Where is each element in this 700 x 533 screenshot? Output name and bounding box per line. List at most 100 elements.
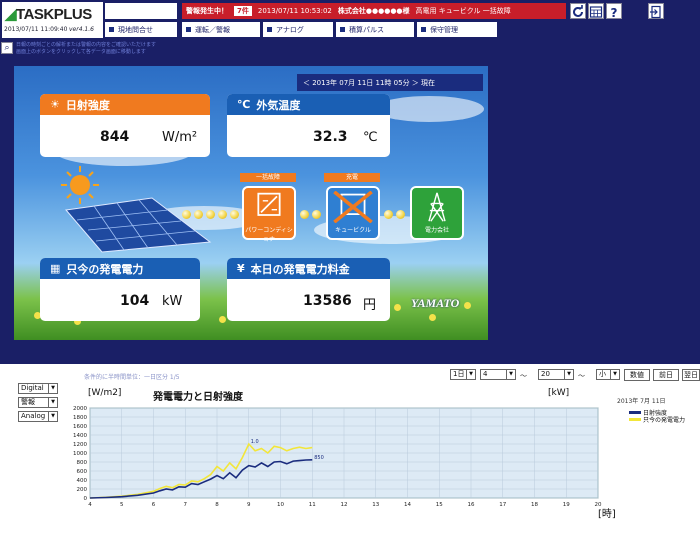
connector-bead — [218, 210, 227, 219]
cubicle-status: 充電 — [324, 173, 380, 182]
bullet-icon — [109, 27, 114, 32]
chevron-down-icon: ▼ — [610, 370, 619, 379]
power-now-value: 104 — [120, 293, 150, 309]
x-tick-label: 7 — [184, 502, 188, 508]
nav-pulse[interactable]: 積算パルス — [336, 22, 414, 37]
bullet-icon — [186, 27, 191, 32]
x-tick-label: 4 — [88, 502, 92, 508]
x-tick-label: 17 — [499, 502, 506, 508]
status-box — [105, 3, 177, 19]
filter-text: 条件的に半時間単位：一日区分 1/5 — [84, 374, 180, 381]
conditioner-status: 一括故障 — [240, 173, 296, 182]
data-label: 850 — [314, 455, 324, 461]
y-axis-unit: [W/m2] — [88, 388, 122, 398]
help-icon[interactable]: ? — [606, 3, 622, 20]
temperature-title: 外気温度 — [256, 98, 301, 112]
nav-inquiry[interactable]: 現地問合せ — [105, 22, 177, 37]
temperature-unit: ℃ — [363, 130, 378, 145]
y2-axis-unit: [kW] — [548, 388, 570, 398]
bullet-icon — [421, 27, 426, 32]
temperature-card: ℃ 外気温度 32.3 ℃ — [227, 94, 390, 157]
timestamp-bar: ＜ 2013年 07月 11日 11時 05分 ＞ 現在 — [297, 74, 483, 91]
chevron-down-icon: ▼ — [48, 384, 57, 393]
x-tick-label: 13 — [372, 502, 379, 508]
irradiance-title: 日射強度 — [65, 98, 110, 112]
logo-text: TASKPLUS — [16, 6, 92, 23]
x-tick-label: 6 — [152, 502, 156, 508]
cubicle-node[interactable]: キュービクル — [326, 186, 380, 240]
power-fee-card: ¥ 本日の発電電力料金 13586 円 — [227, 258, 390, 321]
power-chart: 0 200 400 600 800 1000 1200 1400 1600 1800 2000 4 5 6… — [73, 406, 602, 508]
bullet-icon — [340, 27, 345, 32]
sun-icon: ☀ — [50, 98, 60, 111]
search-icon[interactable]: ⌕ — [1, 42, 13, 54]
flower-decoration — [429, 314, 436, 321]
next-day-button[interactable]: 翌日 — [682, 369, 700, 381]
svg-text:?: ? — [611, 6, 618, 19]
irradiance-value: 844 — [100, 129, 130, 145]
digital-select[interactable]: Digital ▼ — [18, 383, 58, 394]
brand-logo: YAMATO — [411, 296, 460, 310]
power-fee-title: 本日の発電電力料金 — [250, 262, 350, 276]
power-now-title: 只今の発電電力 — [66, 262, 144, 276]
legend-item: 只今の発電電力 — [629, 416, 685, 424]
x-tick-label: 16 — [468, 502, 475, 508]
temperature-value: 32.3 — [313, 129, 348, 145]
irradiance-card: ☀ 日射強度 844 W/m² — [40, 94, 210, 157]
chart-legend: 日射強度 只今の発電電力 — [629, 409, 685, 424]
chevron-down-icon: ▼ — [466, 370, 475, 379]
power-company-node[interactable]: 電力会社 — [410, 186, 464, 240]
connector-bead — [300, 210, 309, 219]
alarm-count: 7件 — [234, 6, 252, 16]
calendar-icon[interactable] — [588, 3, 604, 19]
transmission-tower-icon — [428, 192, 446, 222]
irradiance-unit: W/m² — [162, 130, 198, 145]
power-fee-unit: 円 — [363, 298, 377, 313]
data-label: 1.0 — [251, 439, 259, 445]
power-now-unit: kW — [162, 294, 183, 309]
range-separator: ～ — [520, 372, 527, 380]
prev-day-button[interactable]: 前日 — [653, 369, 679, 381]
to-hour-select[interactable]: 20 ▼ — [538, 369, 574, 380]
alarm-datetime: 2013/07/11 10:53:02 — [257, 7, 332, 15]
legend-swatch — [629, 418, 641, 421]
x-tick-label: 10 — [277, 502, 284, 508]
y-tick-label: 1600 — [73, 424, 87, 430]
x-tick-label: 12 — [341, 502, 348, 508]
step-select[interactable]: 小 ▼ — [596, 369, 620, 380]
monitoring-panel: ＜ 2013年 07月 11日 11時 05分 ＞ 現在 ☀ 日射強度 844 W… — [14, 66, 488, 340]
alarm-banner[interactable]: 警報発生中！ 7件 2013/07/11 10:53:02 株式会社●●●●●●… — [182, 3, 566, 19]
from-hour-select[interactable]: 4 ▼ — [480, 369, 516, 380]
flower-decoration — [464, 302, 471, 309]
conditioner-icon — [257, 192, 281, 216]
refresh-icon[interactable] — [570, 3, 586, 19]
alarm-select[interactable]: 警報 ▼ — [18, 397, 58, 408]
version-label: ver4.1.6 — [69, 26, 94, 33]
alarm-message: 高電用 キュービクル 一括故障 — [415, 7, 511, 15]
nav-operation-alarm[interactable]: 運転／警報 — [182, 22, 260, 37]
nav-analog[interactable]: アナログ — [263, 22, 333, 37]
alarm-label: 警報発生中！ — [186, 7, 228, 15]
connector-bead — [396, 210, 405, 219]
chart-date: 2013年 7月 11日 — [617, 398, 666, 405]
cloud-decoration — [374, 96, 484, 122]
exit-icon[interactable] — [648, 3, 664, 19]
x-tick-label: 11 — [309, 502, 316, 508]
x-tick-label: 15 — [436, 502, 443, 508]
connector-bead — [206, 210, 215, 219]
cubicle-label: キュービクル — [335, 227, 371, 234]
power-conditioner-node[interactable]: パワーコンディショナ — [242, 186, 296, 243]
numeric-button[interactable]: 数値 — [624, 369, 650, 381]
connector-bead — [230, 210, 239, 219]
system-datetime: 2013/07/11 11:09:40 — [4, 26, 68, 33]
y-tick-label: 200 — [77, 487, 88, 493]
nav-maintenance[interactable]: 保守管理 — [417, 22, 497, 37]
app-logo: ◢TASKPLUS 2013/07/11 11:09:40 ver4.1.6 — [2, 2, 103, 38]
alarm-company: 株式会社●●●●●●様 — [337, 7, 410, 15]
header-bar: ◢TASKPLUS 2013/07/11 11:09:40 ver4.1.6 警… — [0, 0, 700, 40]
period-select[interactable]: 1日 ▼ — [450, 369, 476, 380]
legend-swatch — [629, 411, 641, 414]
y-tick-label: 800 — [77, 460, 88, 466]
analog-select[interactable]: Analog ▼ — [18, 411, 58, 422]
leaf-icon: ◢ — [5, 6, 17, 23]
